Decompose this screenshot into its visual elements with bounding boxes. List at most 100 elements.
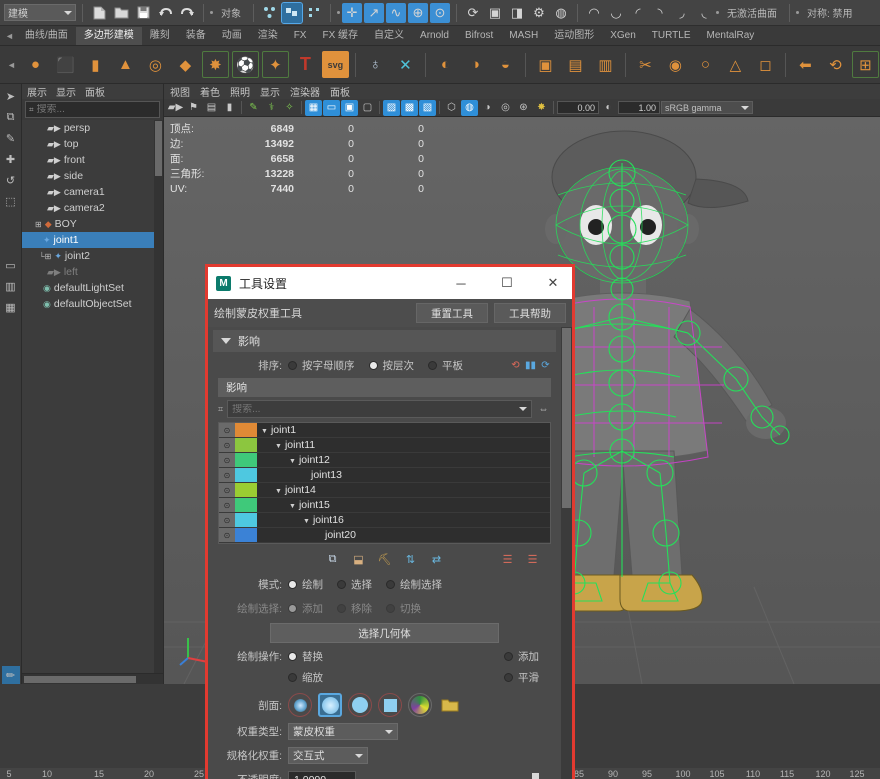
mirror-icon[interactable]: ⬅: [792, 51, 819, 78]
select-by-component-icon[interactable]: [304, 3, 324, 23]
shade-wireframe-icon[interactable]: ▣: [341, 99, 358, 116]
camera-attributes-icon[interactable]: ▰▶: [167, 100, 184, 116]
last-tool-icon[interactable]: ✏: [1, 666, 20, 684]
gaussian-brush-icon[interactable]: [288, 693, 312, 717]
multicut-icon[interactable]: ✂: [632, 51, 659, 78]
gamma-field[interactable]: 1.00: [618, 101, 660, 114]
snap-to-grid-icon[interactable]: ✛: [342, 2, 362, 23]
outliner-search-input[interactable]: [36, 104, 169, 115]
scrollbar-thumb[interactable]: [562, 328, 571, 508]
render-settings-icon[interactable]: ⚙: [529, 3, 549, 23]
snap-to-curve-icon[interactable]: ↗: [364, 2, 384, 23]
open-scene-icon[interactable]: [111, 3, 131, 23]
outliner-item-defaultlightset[interactable]: ◉ defaultLightSet: [22, 280, 163, 296]
lock-icon[interactable]: ⊙: [219, 468, 235, 482]
layout-four-icon[interactable]: ▦: [2, 298, 20, 316]
maximize-button[interactable]: ☐: [488, 268, 526, 298]
caret-icon[interactable]: ▼: [261, 428, 268, 435]
snap-to-grid-icon[interactable]: ✕: [392, 51, 419, 78]
dialog-scrollbar[interactable]: [561, 327, 572, 779]
select-by-hierarchy-icon[interactable]: [260, 3, 280, 23]
snap-to-plane-icon[interactable]: ⊕: [408, 2, 428, 23]
slider-handle[interactable]: [532, 772, 539, 779]
solid-brush-icon[interactable]: [348, 693, 372, 717]
joint-list-row[interactable]: ⊙ ▼ joint1: [219, 423, 550, 438]
grease-pencil-icon[interactable]: ✎: [245, 100, 262, 116]
outliner-item-camera2[interactable]: ▰▶ camera2: [22, 200, 163, 216]
tab-xgen[interactable]: XGen: [602, 27, 644, 45]
reset-tool-button[interactable]: 重置工具: [416, 303, 488, 323]
paint-op-add-radio[interactable]: [504, 652, 513, 661]
motion-blur-icon[interactable]: ◎: [497, 100, 514, 116]
save-scene-icon[interactable]: [133, 3, 153, 23]
caret-icon[interactable]: ▼: [275, 443, 282, 450]
caret-icon[interactable]: ▼: [303, 518, 310, 525]
outliner-item-camera1[interactable]: ▰▶ camera1: [22, 184, 163, 200]
xray-mode-icon[interactable]: ◍: [461, 99, 478, 116]
joint-list-row[interactable]: ⊙ ▼ joint15: [219, 498, 550, 513]
minimize-button[interactable]: ─: [442, 268, 480, 298]
undo-icon[interactable]: [155, 3, 175, 23]
smooth-shade-icon[interactable]: ▭: [323, 99, 340, 116]
svg-tool-icon[interactable]: svg: [321, 51, 349, 78]
booleans-icon[interactable]: ◒: [492, 51, 519, 78]
joint-list-row[interactable]: ⊙ ▼ joint11: [219, 438, 550, 453]
filter-icon[interactable]: ⇔: [536, 402, 551, 417]
joint-list-row[interactable]: ⊙ ▼ joint12: [219, 453, 550, 468]
curve-snap-c-icon[interactable]: ◜: [628, 3, 648, 23]
tab-mentalray[interactable]: MentalRay: [699, 27, 763, 45]
mode-select-radio[interactable]: [337, 580, 346, 589]
shelf-scroll-left-icon[interactable]: ◄: [4, 60, 19, 70]
use-all-lights-icon[interactable]: ▩: [401, 99, 418, 116]
occlusion-icon[interactable]: ◑: [479, 100, 496, 116]
cone-icon[interactable]: ▲: [112, 51, 139, 78]
tab-sculpting[interactable]: 雕刻: [142, 27, 178, 45]
tab-polygon-modeling[interactable]: 多边形建模: [75, 26, 142, 45]
reset-influence-icon[interactable]: ⟳: [538, 358, 553, 373]
outliner-item-joint2[interactable]: └⊞ ✦ joint2: [22, 248, 163, 264]
weight-type-combo[interactable]: 蒙皮权重: [288, 723, 398, 740]
select-geometry-button[interactable]: 选择几何体: [270, 623, 499, 643]
curve-snap-e-icon[interactable]: ◞: [672, 3, 692, 23]
influence-joint-list[interactable]: ⊙ ▼ joint1 ⊙ ▼ joint11 ⊙ ▼ joint12 ⊙ joi…: [218, 422, 551, 544]
construction-history-icon[interactable]: ⟳: [463, 3, 483, 23]
paint-select-tool-icon[interactable]: ✎: [2, 129, 20, 147]
lock-icon[interactable]: ⊙: [219, 513, 235, 527]
lock-icon[interactable]: ⊙: [219, 483, 235, 497]
move-tool-icon[interactable]: ✚: [2, 150, 20, 168]
outliner-item-defaultobjectset[interactable]: ◉ defaultObjectSet: [22, 296, 163, 312]
browse-brush-icon[interactable]: [438, 693, 462, 717]
tab-arnold[interactable]: Arnold: [412, 27, 457, 45]
tab-fx-cache[interactable]: FX 缓存: [314, 27, 366, 45]
triangulate-icon[interactable]: △: [722, 51, 749, 78]
caret-icon[interactable]: ▼: [289, 458, 296, 465]
smooth-icon[interactable]: ○: [692, 51, 719, 78]
sort-alphabetical-radio[interactable]: [288, 361, 297, 370]
tab-rendering[interactable]: 渲染: [250, 27, 286, 45]
image-plane-icon[interactable]: ▤: [203, 100, 220, 116]
outliner-item-side[interactable]: ▰▶ side: [22, 168, 163, 184]
plane-icon[interactable]: ◆: [172, 51, 199, 78]
expander-icon[interactable]: └⊞: [39, 252, 51, 261]
platonic-icon[interactable]: ✸: [201, 51, 229, 78]
use-default-lighting-icon[interactable]: ▨: [383, 99, 400, 116]
outliner-item-joint1[interactable]: ✦ joint1: [22, 232, 163, 248]
isolate-select-icon[interactable]: ⬡: [443, 100, 460, 116]
tabs-scroll-left-icon[interactable]: ◄: [2, 31, 17, 41]
separate-icon[interactable]: ◑: [462, 51, 489, 78]
caret-icon[interactable]: ▼: [289, 503, 296, 510]
cube-icon[interactable]: ⬛: [52, 51, 79, 78]
joint-list-row[interactable]: ⊙ ▼ joint14: [219, 483, 550, 498]
mode-paint-select-radio[interactable]: [386, 580, 395, 589]
outliner-menu-panels[interactable]: 面板: [85, 84, 105, 99]
outliner-item-boy[interactable]: ⊞ ◆ BOY: [22, 216, 163, 232]
unlock-weights-icon[interactable]: ☰: [524, 551, 541, 568]
bridge-icon[interactable]: ▥: [592, 51, 619, 78]
select-tool-icon[interactable]: ➤: [2, 87, 20, 105]
lock-icon[interactable]: ⊙: [219, 498, 235, 512]
tool-settings-dialog[interactable]: M 工具设置 ─ ☐ ✕ 绘制蒙皮权重工具 重置工具 工具帮助 影响 排序: 按…: [205, 264, 575, 779]
scrollbar-thumb[interactable]: [155, 121, 162, 176]
redo-icon[interactable]: [177, 3, 197, 23]
outliner-tree[interactable]: ▰▶ persp ▰▶ top ▰▶ front ▰▶ side ▰▶ came…: [22, 120, 163, 673]
paint-select-toggle-radio[interactable]: [386, 604, 395, 613]
